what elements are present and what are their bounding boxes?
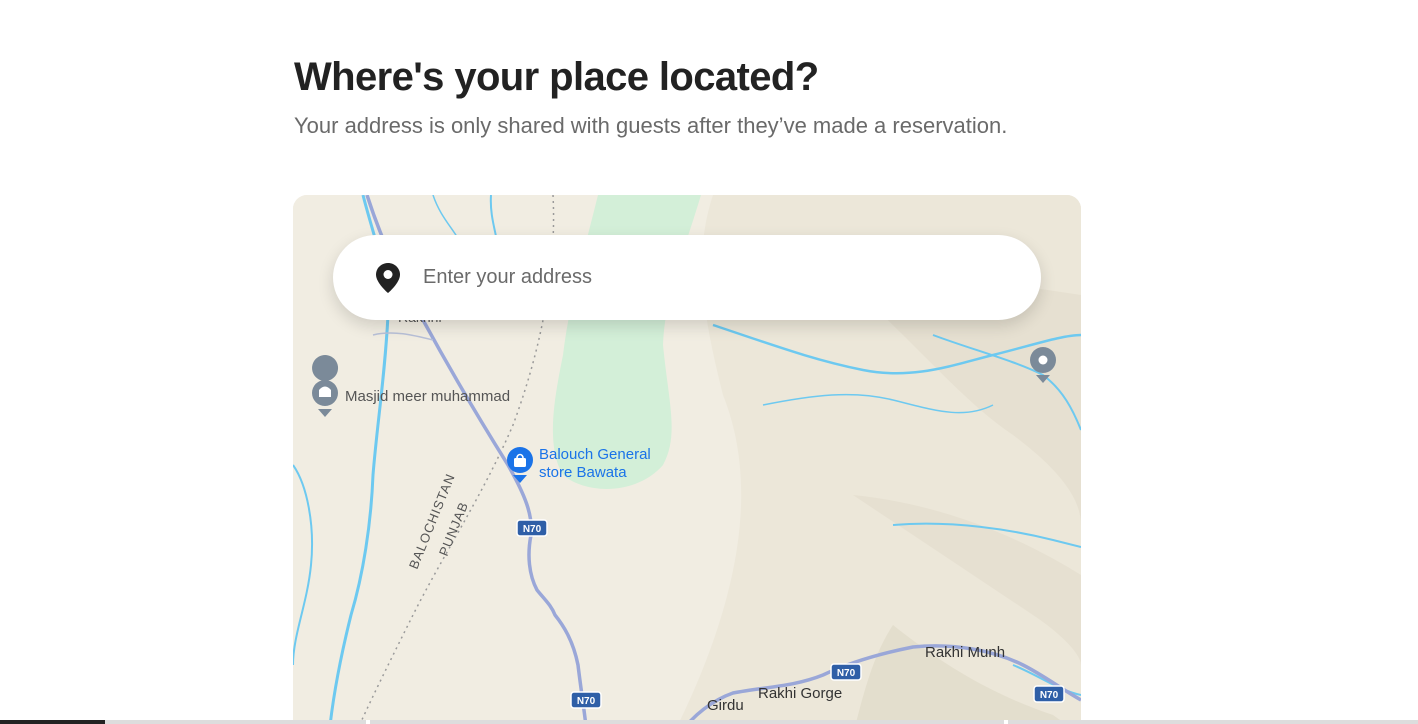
address-search-bar[interactable] (333, 235, 1041, 320)
svg-text:N70: N70 (523, 524, 542, 535)
map-label-poi: store Bawata (539, 464, 627, 481)
map-label-place: Rakhi Gorge (758, 685, 842, 702)
route-shield: N70 (1033, 685, 1065, 703)
location-pin-icon (374, 262, 402, 293)
route-shield: N70 (830, 663, 862, 681)
map-label-poi: Masjid meer muhammad (345, 388, 510, 405)
progress-divider (366, 720, 370, 724)
svg-text:N70: N70 (1040, 690, 1059, 701)
address-input[interactable] (423, 257, 983, 298)
map-label-place: Rakhi Munh (925, 644, 1005, 661)
progress-fill (0, 720, 105, 724)
list-your-place-location-step: Where's your place located? Your address… (0, 0, 1418, 724)
page-title: Where's your place located? (294, 55, 819, 99)
progress-bar (0, 720, 1418, 724)
map-label-poi: Balouch General (539, 446, 651, 463)
map-label-place: Girdu (707, 697, 744, 714)
route-shield: N70 (516, 519, 548, 537)
progress-divider (1004, 720, 1008, 724)
page-subtitle: Your address is only shared with guests … (294, 113, 1008, 138)
svg-text:N70: N70 (577, 696, 596, 707)
svg-text:N70: N70 (837, 668, 856, 679)
route-shield: N70 (570, 691, 602, 709)
